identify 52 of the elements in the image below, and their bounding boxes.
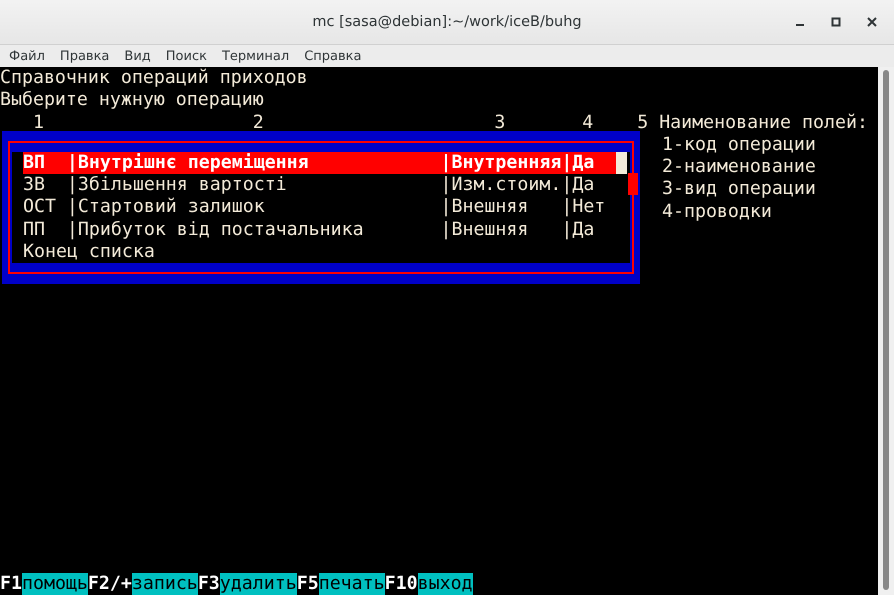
table-cell-text: |Нет [561,196,606,219]
table-cell-text: ЗВ [22,174,46,196]
table-cell-text: |Стартовий залишок [66,196,266,219]
table-cell-text: |Збільшення вартості [66,174,288,196]
table-cell-text: ВП [22,152,46,174]
terminal-text: Справочник операций приходов [0,67,308,88]
list-row[interactable]: ОСТ |Стартовий залишок |Внешняя |Нет [22,196,616,219]
scroll-thumb [616,152,628,174]
table-cell-text: |Да [561,174,596,196]
function-key[interactable]: F2/+ [88,572,132,595]
list-end-text: Конец списка [22,241,155,264]
function-key[interactable]: F3 [198,572,220,595]
table-cell: |Внутренняя [440,152,562,174]
scrollbar-thumb[interactable] [883,70,889,590]
function-key-label[interactable]: помощь [22,572,88,595]
legend-item: 4-проводки [662,200,772,222]
list-row[interactable]: ПП |Прибуток від постачальника |Внешняя |Да [22,218,616,242]
menu-item[interactable]: Вид [124,48,151,64]
table-cell-text: |Да [561,218,596,242]
column-number: 4 [582,112,594,134]
table-cell-text: |Да [561,152,596,174]
column-number: 5 [637,112,650,134]
table-cell-text: |Прибуток від постачальника [66,218,365,242]
column-number: 2 [252,112,265,134]
legend-item: 3-вид операции [662,178,816,200]
table-cell-text: ОСТ [22,196,57,219]
list-row[interactable]: ЗВ |Збільшення вартості |Изм.стоим.|Да [22,174,616,196]
menu-item[interactable]: Справка [304,48,362,64]
menu-item[interactable]: Правка [60,48,110,64]
function-key[interactable]: F1 [0,572,22,595]
function-key-label[interactable]: запись [132,572,198,595]
function-key-label[interactable]: выход [418,572,473,595]
table-cell-text: |Внешняя [440,218,530,242]
menu-item[interactable]: Поиск [166,48,207,64]
terminal-text: Выберите нужную операцию [0,89,264,110]
function-key-label[interactable]: удалить [220,572,297,595]
legend-title: Наименование полей: [659,112,869,134]
table-cell-text: ПП [22,218,46,242]
selected-row[interactable]: ВП |Внутрішнє переміщення |Внутренняя|Да [22,152,616,174]
function-key[interactable]: F10 [384,572,418,595]
menu-item[interactable]: Файл [9,48,45,64]
legend-item: 2-наименование [662,156,816,178]
function-key[interactable]: F5 [296,572,319,595]
window-title: mc [sasa@debian]:~/work/iceB/buhg [312,14,582,30]
table-cell: |Изм.стоим. [440,174,562,196]
column-number: 3 [494,112,506,134]
function-key-label[interactable]: печать [318,572,385,595]
table-cell-text: |Внутрішнє переміщення [66,152,310,174]
column-number: 1 [32,112,45,134]
menu-item[interactable]: Терминал [222,48,290,64]
legend-item: 1-код операции [662,134,816,155]
table-cell-text: |Внешняя [440,196,530,219]
